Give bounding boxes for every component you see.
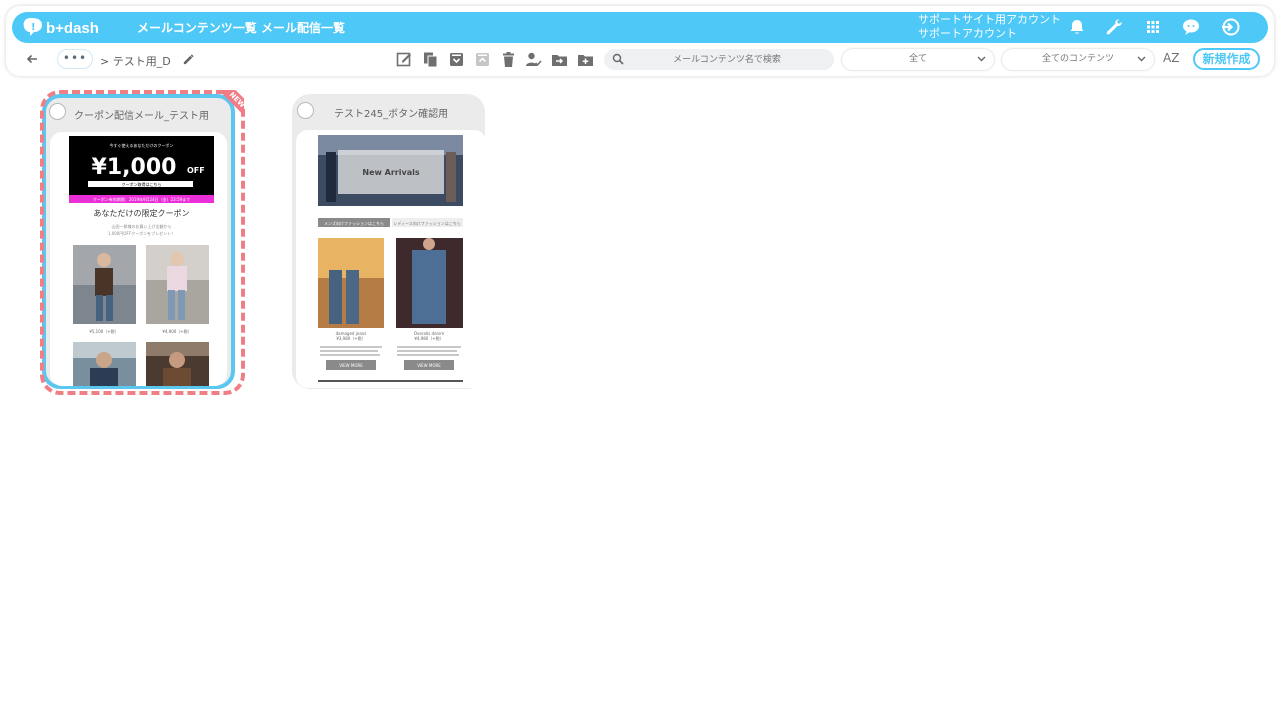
search-icon [612,53,624,65]
status-filter-select[interactable]: 全て [842,49,994,70]
wrench-icon[interactable] [1104,17,1124,37]
creator-avatar [297,102,314,119]
coupon-mail-thumbnail: 今すぐ使えるあなただけのクーポン ¥1,000 OFF クーポン取得はこちら ク… [69,136,214,386]
chevron-down-icon [977,56,986,62]
svg-text:!: ! [31,22,36,33]
compose-icon[interactable] [396,51,413,68]
card-title: クーポン配信メール_テスト用 [74,111,209,122]
breadcrumb[interactable]: > テスト用_D [100,53,171,69]
folder-more-button[interactable]: ••• [57,49,93,69]
pencil-icon[interactable] [182,53,195,66]
svg-text:クーポン取得はこちら: クーポン取得はこちら [122,181,162,187]
svg-text:¥1,000: ¥1,000 [92,155,177,180]
search-input[interactable] [628,51,826,68]
svg-text:b+dash: b+dash [46,20,99,37]
creator-avatar [49,103,66,120]
account-site-name: サポートサイト用アカウント [918,13,1061,26]
svg-text:VIEW MORE: VIEW MORE [339,363,363,368]
card-title: テスト245_ボタン確認用 [334,109,449,120]
content-filter-value: 全てのコンテンツ [1041,54,1114,64]
assign-user-icon[interactable] [525,51,542,68]
svg-text:メンズ向けファッションはこちら: メンズ向けファッションはこちら [324,220,384,226]
status-filter-value: 全て [908,54,927,64]
content-card-coupon[interactable]: クーポン配信メール_テスト用 今すぐ使えるあなただけのクーポン ¥1,000 O… [42,94,235,389]
back-arrow-icon[interactable] [25,52,39,66]
search-box[interactable] [604,49,834,70]
move-to-folder-icon[interactable] [551,51,568,68]
apps-grid-icon[interactable] [1143,17,1163,37]
new-ribbon: NEW [204,90,244,130]
svg-text:山田一郎様のお買い上げ全額から: 山田一郎様のお買い上げ全額から [112,223,172,229]
arrivals-mail-thumbnail: New Arrivals メンズ向けファッションはこちら レディース向けファッシ… [318,135,463,382]
svg-text:¥4,980（+税）: ¥4,980（+税） [414,335,443,341]
unarchive-icon[interactable] [474,51,491,68]
svg-text:¥4,900（+税）: ¥4,900（+税） [162,328,191,334]
svg-text:New Arrivals: New Arrivals [362,168,419,177]
svg-text:¥5,100（+税）: ¥5,100（+税） [89,328,118,334]
account-info[interactable]: サポートサイト用アカウント サポートアカウント [918,13,1061,41]
svg-text:VIEW MORE: VIEW MORE [417,363,441,368]
account-user-name: サポートアカウント [918,27,1017,40]
new-badge: NEW [214,90,244,123]
trash-icon[interactable] [500,51,517,68]
svg-text:今すぐ使えるあなただけのクーポン: 今すぐ使えるあなただけのクーポン [110,142,174,148]
content-card-button-test[interactable]: テスト245_ボタン確認用 New Arrivals メンズ向けファッションはこ… [292,94,486,389]
content-filter-select[interactable]: 全てのコンテンツ [1002,49,1154,70]
nav-mail-contents[interactable]: メールコンテンツ一覧 [137,19,257,36]
svg-text:OFF: OFF [187,166,205,175]
new-folder-icon[interactable] [577,51,594,68]
chat-bot-icon[interactable] [1181,17,1201,37]
copy-icon[interactable] [422,51,439,68]
logout-icon[interactable] [1220,17,1240,37]
svg-text:クーポン有効期限：2019年9月24日（金）23:59まで: クーポン有効期限：2019年9月24日（金）23:59まで [93,196,190,202]
archive-icon[interactable] [448,51,465,68]
b-dash-logo[interactable]: ! b+dash [22,16,112,38]
nav-mail-delivery[interactable]: メール配信一覧 [261,19,345,36]
svg-text:¥3,980（+税）: ¥3,980（+税） [336,335,365,341]
svg-text:あなただけの限定クーポン: あなただけの限定クーポン [94,208,190,218]
chevron-down-icon [1137,56,1146,62]
bell-icon[interactable] [1067,17,1087,37]
create-new-button[interactable]: 新規作成 [1193,48,1260,70]
mail-preview[interactable]: 今すぐ使えるあなただけのクーポン ¥1,000 OFF クーポン取得はこちら ク… [50,132,227,386]
mail-preview[interactable]: New Arrivals メンズ向けファッションはこちら レディース向けファッシ… [296,130,486,388]
sort-az-icon[interactable]: AZ [1163,51,1183,67]
svg-text:1,000円OFFクーポンをプレゼント！: 1,000円OFFクーポンをプレゼント！ [108,230,175,236]
svg-text:レディース向けファッションはこちら: レディース向けファッションはこちら [393,220,461,226]
